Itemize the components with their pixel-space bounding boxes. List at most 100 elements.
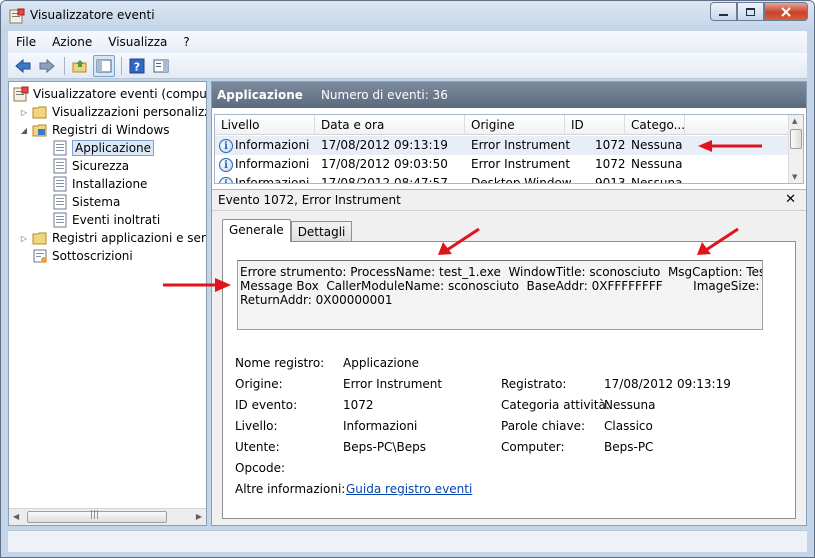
scroll-down-arrow-icon[interactable]: ▼: [792, 173, 797, 181]
help-button[interactable]: ?: [126, 55, 148, 77]
field-value-id-evento: 1072: [343, 398, 374, 412]
field-value-parole-chiave: Classico: [604, 419, 653, 433]
field-label-categoria-attivita: Categoria attività:: [501, 398, 610, 412]
cell-origine: Error Instrument: [471, 138, 571, 152]
console-tree-icon: [96, 59, 112, 72]
folder-icon: [32, 106, 47, 119]
tree-item-custom-views[interactable]: ▷ Visualizzazioni personalizzate: [19, 103, 206, 121]
toolbar-separator: [121, 56, 122, 75]
tree-item-root[interactable]: Visualizzatore eventi (computer: [13, 85, 207, 103]
field-value-nome-registro: Applicazione: [343, 356, 420, 370]
expand-icon[interactable]: ▷: [19, 108, 29, 117]
scrollbar-thumb[interactable]: |||: [27, 510, 167, 523]
tree-item-label: Visualizzatore eventi (computer: [33, 87, 207, 101]
field-label-utente: Utente:: [235, 440, 280, 454]
expand-icon[interactable]: ▷: [19, 234, 29, 243]
column-header-origine[interactable]: Origine: [465, 115, 565, 135]
subscriptions-icon: [33, 249, 47, 263]
log-icon: [53, 194, 67, 210]
tree-item-label: Applicazione: [72, 140, 155, 156]
level-text: Informazioni: [235, 176, 310, 184]
tree-item-label: Visualizzazioni personalizzate: [52, 105, 206, 119]
caption-buttons: [710, 2, 808, 21]
column-header-categoria[interactable]: Catego...: [625, 115, 685, 135]
forward-button[interactable]: [36, 55, 58, 77]
tree-item-installazione[interactable]: Installazione: [52, 175, 147, 193]
events-vertical-scrollbar[interactable]: ▲ ▼: [788, 115, 803, 183]
scroll-left-arrow-icon[interactable]: ◀: [13, 512, 19, 521]
tree-item-windows-logs[interactable]: ◢ Registri di Windows: [19, 121, 170, 139]
action-pane-icon: [153, 59, 169, 72]
event-log-help-link[interactable]: Guida registro eventi: [346, 482, 472, 496]
level-text: Informazioni: [235, 138, 310, 152]
tab-dettagli[interactable]: Dettagli: [290, 221, 353, 242]
tree-item-applicazione[interactable]: Applicazione: [52, 139, 155, 157]
log-icon: [53, 176, 67, 192]
toolbar-separator: [64, 56, 65, 75]
tree-item-sicurezza[interactable]: Sicurezza: [52, 157, 129, 175]
tree-item-app-services-logs[interactable]: ▷ Registri applicazioni e servizi: [19, 229, 206, 247]
tree-item-label: Installazione: [72, 177, 148, 191]
cell-id: 1072: [595, 157, 626, 171]
annotation-arrow-icon: [438, 227, 480, 255]
tab-generale[interactable]: Generale: [222, 219, 291, 242]
table-row[interactable]: i Informazioni 17/08/2012 08:47:57 Deskto…: [215, 174, 789, 184]
close-button[interactable]: [764, 2, 808, 21]
cell-origine: Error Instrument: [471, 157, 571, 171]
maximize-button[interactable]: [737, 2, 764, 21]
cell-livello: i Informazioni: [219, 174, 310, 184]
column-header-livello[interactable]: Livello: [215, 115, 315, 135]
tree-item-eventi-inoltrati[interactable]: Eventi inoltrati: [52, 211, 160, 229]
event-detail-title: Evento 1072, Error Instrument: [218, 193, 401, 207]
tree-item-label: Sistema: [72, 195, 121, 209]
back-button[interactable]: [12, 55, 34, 77]
field-label-computer: Computer:: [501, 440, 565, 454]
window-title: Visualizzatore eventi: [30, 8, 155, 22]
field-value-utente: Beps-PC\Beps: [343, 440, 426, 454]
minimize-icon: [719, 13, 728, 16]
event-viewer-icon: [9, 8, 25, 24]
back-arrow-icon: [15, 58, 31, 73]
collapse-icon[interactable]: ◢: [19, 126, 29, 135]
cell-categoria: Nessuna: [631, 157, 683, 171]
tree-item-sistema[interactable]: Sistema: [52, 193, 120, 211]
field-value-origine: Error Instrument: [343, 377, 443, 391]
cell-categoria: Nessuna: [631, 176, 683, 184]
tree-item-label: Registri di Windows: [52, 123, 170, 137]
cell-id: 1072: [595, 138, 626, 152]
scroll-right-arrow-icon[interactable]: ▶: [196, 512, 202, 521]
maximize-icon: [746, 7, 755, 16]
menu-help[interactable]: ?: [175, 35, 197, 49]
show-action-pane-button[interactable]: [150, 55, 172, 77]
cell-data-ora: 17/08/2012 09:03:50: [321, 157, 448, 171]
scroll-up-arrow-icon[interactable]: ▲: [792, 117, 797, 125]
tree-item-sottoscrizioni[interactable]: Sottoscrizioni: [32, 247, 133, 265]
windows-logs-folder-icon: [32, 124, 47, 137]
event-detail-header: Evento 1072, Error Instrument ✕: [212, 189, 806, 211]
log-header: Applicazione Numero di eventi: 36: [212, 82, 806, 108]
event-message[interactable]: Errore strumento: ProcessName: test_1.ex…: [237, 260, 763, 330]
event-count: Numero di eventi: 36: [320, 88, 448, 102]
table-row[interactable]: i Informazioni 17/08/2012 09:03:50 Error …: [215, 155, 789, 174]
close-detail-icon[interactable]: ✕: [785, 192, 796, 207]
close-icon: [781, 6, 791, 17]
annotation-arrow-icon: [698, 140, 762, 152]
annotation-arrow-icon: [163, 278, 231, 292]
cell-id: 9013: [595, 176, 626, 184]
tree-horizontal-scrollbar[interactable]: ◀ ||| ▶: [9, 508, 206, 525]
menu-azione[interactable]: Azione: [44, 35, 100, 49]
column-header-id[interactable]: ID even...: [565, 115, 625, 152]
column-header-data-ora[interactable]: Data e ora: [315, 115, 465, 135]
annotation-arrow-icon: [697, 227, 739, 255]
menu-visualizza[interactable]: Visualizza: [100, 35, 175, 49]
menu-bar: File Azione Visualizza ?: [8, 31, 807, 53]
scrollbar-thumb[interactable]: [790, 129, 802, 149]
minimize-button[interactable]: [710, 2, 737, 21]
show-hide-tree-button[interactable]: [93, 54, 115, 77]
up-folder-button[interactable]: [69, 55, 91, 77]
menu-file[interactable]: File: [8, 35, 44, 49]
table-header: Livello Data e ora Origine ID even... Ca…: [215, 115, 789, 152]
svg-text:?: ?: [134, 60, 140, 73]
log-icon: [53, 158, 67, 174]
level-text: Informazioni: [235, 157, 310, 171]
